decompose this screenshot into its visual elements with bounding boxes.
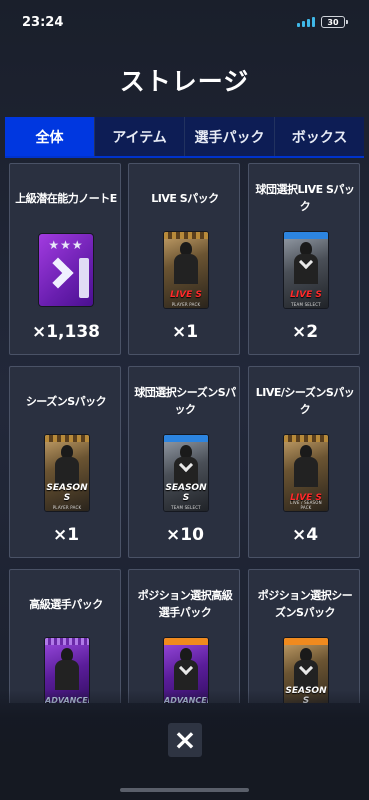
storage-item-card[interactable]: ポジション選択高級選手パック ADVANCED POSITION SELECT xyxy=(128,569,240,703)
player-pack-icon: LIVE S LIVE / SEASON PACK xyxy=(284,435,328,511)
pack-label: SEASON S xyxy=(46,483,88,503)
item-count: ×4 xyxy=(291,525,319,545)
pack-sublabel: TEAM SELECT xyxy=(171,505,201,510)
battery-level: 30 xyxy=(327,17,339,27)
pack-label: LIVE S xyxy=(290,290,322,300)
storage-item-card[interactable]: 球団選択シーズンSパック SEASON S TEAM SELECT ×10 xyxy=(128,366,240,558)
player-silhouette-icon xyxy=(174,648,198,690)
player-silhouette-icon xyxy=(55,648,79,690)
storage-item-card[interactable]: 高級選手パック ADVANCED PLAYER PACK xyxy=(9,569,121,703)
status-time: 23:24 xyxy=(22,14,64,30)
home-indicator xyxy=(120,788,249,792)
item-name: LIVE Sパック xyxy=(151,191,219,205)
player-silhouette-icon xyxy=(55,445,79,487)
pack-sublabel: PLAYER PACK xyxy=(52,505,82,510)
item-name: 上級潜在能力ノートE xyxy=(15,191,117,205)
storage-item-card[interactable]: 球団選択LIVE Sパック LIVE S TEAM SELECT ×2 xyxy=(248,163,360,355)
tab-player-packs[interactable]: 選手パック xyxy=(185,117,275,156)
item-count: ×1 xyxy=(171,322,199,342)
tab-boxes[interactable]: ボックス xyxy=(275,117,364,156)
item-name: LIVE/シーズンSパック xyxy=(255,386,355,416)
tab-items[interactable]: アイテム xyxy=(95,117,185,156)
signal-icon xyxy=(297,17,315,27)
player-silhouette-icon xyxy=(294,445,318,487)
item-name: ポジション選択シーズンSパック xyxy=(257,589,353,619)
storage-item-card[interactable]: ポジション選択シーズンSパック SEASON S POSITION SELECT xyxy=(248,569,360,703)
battery-icon: 30 xyxy=(321,16,348,28)
item-name: ポジション選択高級選手パック xyxy=(137,589,233,619)
pack-sublabel: LIVE / SEASON PACK xyxy=(290,500,322,510)
player-silhouette-icon xyxy=(174,445,198,487)
item-name: シーズンSパック xyxy=(25,394,107,408)
item-name: 球団選択シーズンSパック xyxy=(134,386,236,416)
player-pack-icon: LIVE S TEAM SELECT xyxy=(284,232,328,308)
status-bar: 23:24 30 xyxy=(0,0,369,44)
player-silhouette-icon xyxy=(174,242,198,284)
star-rating-icon: ★★★ xyxy=(48,238,84,252)
tab-bar: 全体 アイテム 選手パック ボックス xyxy=(5,117,364,158)
notebook-item-icon: ★★★ xyxy=(39,234,93,306)
tab-all[interactable]: 全体 xyxy=(5,117,95,156)
pack-label: SEASON S xyxy=(165,483,207,503)
player-pack-icon: SEASON S TEAM SELECT xyxy=(164,435,208,511)
status-icons: 30 xyxy=(297,16,348,28)
storage-item-card[interactable]: 上級潜在能力ノートE ★★★ ×1,138 xyxy=(9,163,121,355)
pack-label: LIVE S xyxy=(170,290,202,300)
item-count: ×1 xyxy=(52,525,80,545)
player-pack-icon: SEASON S PLAYER PACK xyxy=(45,435,89,511)
player-silhouette-icon xyxy=(294,648,318,690)
item-count: ×10 xyxy=(166,525,204,545)
storage-grid: 上級潜在能力ノートE ★★★ ×1,138 LIVE Sパック LIVE S P… xyxy=(9,163,360,703)
item-name: 高級選手パック xyxy=(29,597,103,611)
storage-item-card[interactable]: シーズンSパック SEASON S PLAYER PACK ×1 xyxy=(9,366,121,558)
item-count: ×1,138 xyxy=(31,322,101,342)
storage-item-card[interactable]: LIVE/シーズンSパック LIVE S LIVE / SEASON PACK … xyxy=(248,366,360,558)
player-silhouette-icon xyxy=(294,242,318,284)
pack-sublabel: PLAYER PACK xyxy=(171,302,201,307)
chevron-right-icon xyxy=(42,257,74,289)
pack-sublabel: TEAM SELECT xyxy=(291,302,321,307)
close-button[interactable]: × xyxy=(168,723,202,757)
player-pack-icon: LIVE S PLAYER PACK xyxy=(164,232,208,308)
item-name: 球団選択LIVE Sパック xyxy=(255,183,355,213)
item-count: ×2 xyxy=(291,322,319,342)
storage-item-card[interactable]: LIVE Sパック LIVE S PLAYER PACK ×1 xyxy=(128,163,240,355)
page-title: ストレージ xyxy=(119,67,250,96)
